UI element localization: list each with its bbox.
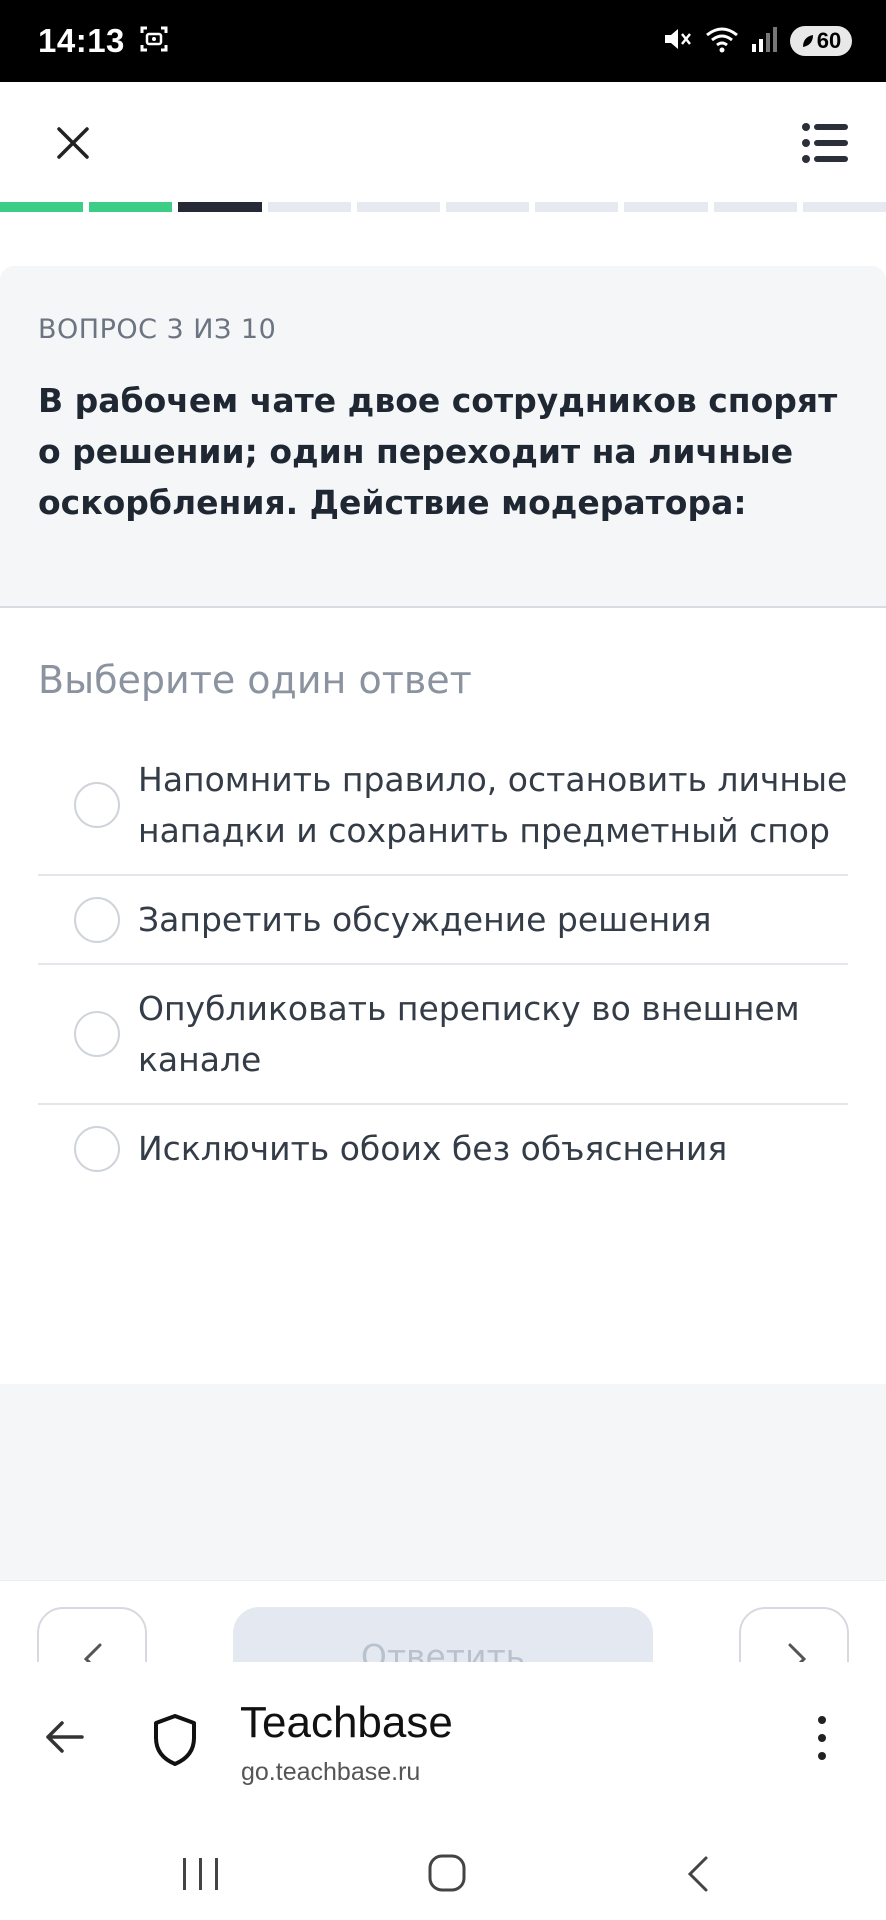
more-vertical-icon <box>818 1716 826 1724</box>
submit-answer-button[interactable]: Ответить <box>233 1607 653 1662</box>
progress-segment <box>535 202 619 212</box>
previous-question-button[interactable] <box>37 1607 147 1662</box>
wifi-icon <box>704 24 740 58</box>
battery-saver-icon <box>802 35 813 47</box>
home-button[interactable] <box>426 1852 468 1898</box>
content-background <box>0 1384 886 1580</box>
chevron-left-icon <box>83 1643 102 1662</box>
recent-apps-icon <box>183 1858 218 1890</box>
browser-menu-button[interactable] <box>806 1710 838 1766</box>
quiz-controls: Ответить <box>0 1580 886 1662</box>
site-url[interactable]: go.teachbase.ru <box>241 1758 420 1787</box>
screenshot-icon <box>139 24 169 58</box>
progress-segment <box>0 202 84 212</box>
progress-segment <box>178 202 262 212</box>
quiz-progress <box>0 202 886 212</box>
site-title[interactable]: Teachbase <box>240 1698 453 1748</box>
close-button[interactable] <box>50 120 96 166</box>
answer-option[interactable]: Запретить обсуждение решения <box>38 876 848 965</box>
progress-segment <box>267 202 351 212</box>
status-bar: 14:13 60 <box>0 0 886 82</box>
answer-label: Напомнить правило, остановить личные нап… <box>138 760 848 850</box>
arrow-left-icon <box>46 1721 84 1753</box>
answer-option[interactable]: Исключить обоих без объяснения <box>38 1105 848 1192</box>
shield-icon <box>154 1714 196 1766</box>
browser-bar: Teachbase go.teachbase.ru <box>0 1662 886 1812</box>
question-list-button[interactable] <box>800 120 850 166</box>
answers-area: Выберите один ответ Напомнить правило, о… <box>0 608 886 1384</box>
answer-label: Опубликовать переписку во внешнем канале <box>138 989 800 1079</box>
answer-label: Исключить обоих без объяснения <box>138 1129 728 1168</box>
signal-icon <box>750 24 780 58</box>
answer-option[interactable]: Напомнить правило, остановить личные нап… <box>38 736 848 876</box>
list-icon <box>802 123 848 163</box>
radio-button[interactable] <box>74 1011 120 1057</box>
radio-button[interactable] <box>74 896 120 943</box>
answer-label: Запретить обсуждение решения <box>138 900 712 939</box>
back-icon <box>687 1856 708 1892</box>
radio-button[interactable] <box>74 1125 120 1172</box>
question-counter: ВОПРОС 3 ИЗ 10 <box>38 314 277 345</box>
answer-option[interactable]: Опубликовать переписку во внешнем канале <box>38 965 848 1105</box>
battery-indicator: 60 <box>790 26 852 56</box>
battery-level: 60 <box>816 28 842 53</box>
next-question-button[interactable] <box>739 1607 849 1662</box>
system-back-button[interactable] <box>680 1854 716 1898</box>
status-time: 14:13 <box>38 22 125 59</box>
progress-segment <box>356 202 441 212</box>
progress-segment <box>713 202 797 212</box>
mute-icon <box>662 24 694 58</box>
browser-back-button[interactable] <box>40 1712 90 1762</box>
progress-segment <box>446 202 530 212</box>
answers-hint: Выберите один ответ <box>38 658 472 702</box>
system-navigation-bar <box>0 1812 886 1920</box>
question-card: ВОПРОС 3 ИЗ 10 В рабочем чате двое сотру… <box>0 266 886 608</box>
app-bar <box>0 82 886 202</box>
chevron-right-icon <box>788 1643 807 1662</box>
site-security-button[interactable] <box>150 1712 200 1768</box>
recent-apps-button[interactable] <box>180 1854 222 1898</box>
progress-segment <box>624 202 708 212</box>
question-text: В рабочем чате двое сотрудников спорят о… <box>38 381 838 522</box>
progress-segment <box>802 202 886 212</box>
radio-button[interactable] <box>74 782 120 828</box>
progress-segment <box>89 202 173 212</box>
home-icon <box>428 1854 466 1892</box>
close-icon <box>57 127 89 159</box>
